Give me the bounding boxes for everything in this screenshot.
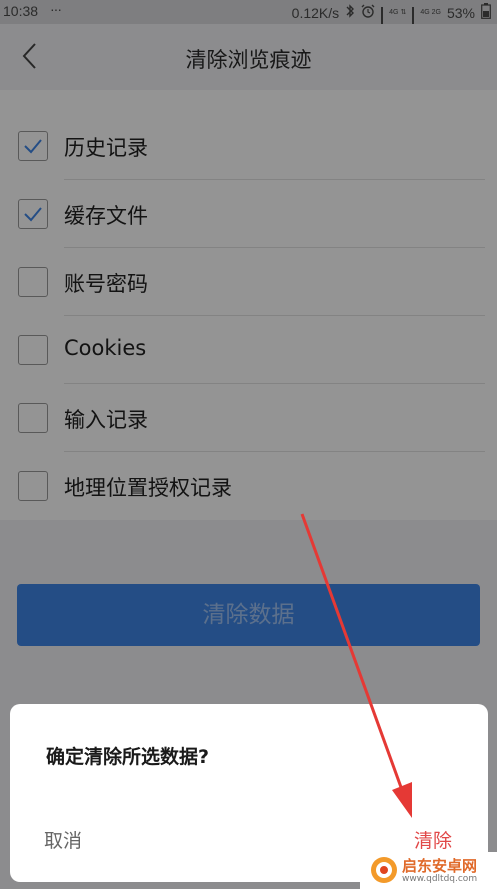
watermark-brand: 启东安卓网: [402, 857, 478, 875]
watermark: 启东安卓网 www.qdltdq.com: [360, 852, 497, 889]
watermark-url: www.qdltdq.com: [402, 874, 478, 884]
annotation-arrow-icon: [300, 513, 412, 818]
watermark-logo-icon: [370, 856, 398, 884]
